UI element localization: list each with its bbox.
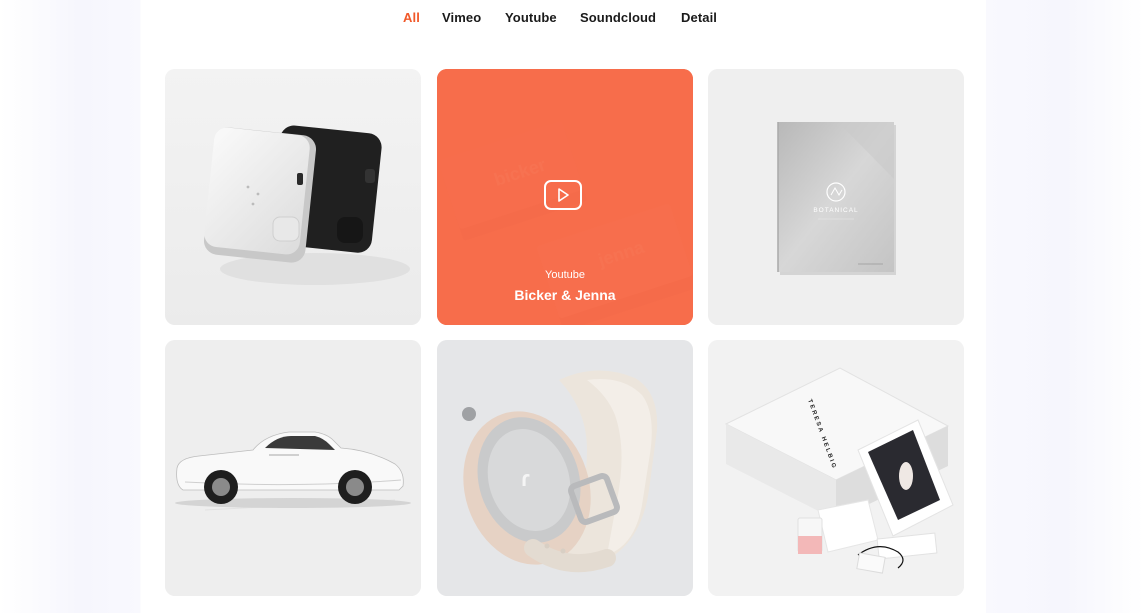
page: All Vimeo Youtube Soundcloud Detail Yout… <box>0 0 1144 613</box>
filter-vimeo[interactable]: Vimeo <box>442 10 481 25</box>
item-title: Bicker & Jenna <box>514 287 616 303</box>
portfolio-item-car[interactable] <box>165 340 421 596</box>
portfolio-item-bicker-jenna[interactable]: bicker jenna Youtube Bicker & Jenna <box>437 69 693 325</box>
portfolio-item-booklet[interactable]: BOTANICAL <box>708 69 964 325</box>
portfolio-item-device[interactable] <box>165 69 421 325</box>
portfolio-item-watch[interactable]: ɾ <box>437 340 693 596</box>
filter-all[interactable]: All <box>403 10 420 25</box>
portfolio-item-stationery[interactable]: TERESA HELBIG <box>708 340 964 596</box>
watch-image: ɾ <box>437 340 693 596</box>
filter-youtube[interactable]: Youtube <box>505 10 557 25</box>
filter-soundcloud[interactable]: Soundcloud <box>580 10 656 25</box>
stationery-image: TERESA HELBIG <box>708 340 964 596</box>
car-image <box>165 340 421 596</box>
item-category: Youtube <box>545 269 585 281</box>
portfolio-filter: All Vimeo Youtube Soundcloud Detail <box>141 10 986 28</box>
portfolio-section: All Vimeo Youtube Soundcloud Detail Yout… <box>141 0 986 613</box>
device-product-image <box>165 69 421 325</box>
play-icon[interactable] <box>544 180 582 210</box>
filter-detail[interactable]: Detail <box>681 10 717 25</box>
svg-text:ɾ: ɾ <box>521 466 530 491</box>
booklet-image: BOTANICAL <box>708 69 964 325</box>
booklet-title: BOTANICAL <box>813 207 858 214</box>
